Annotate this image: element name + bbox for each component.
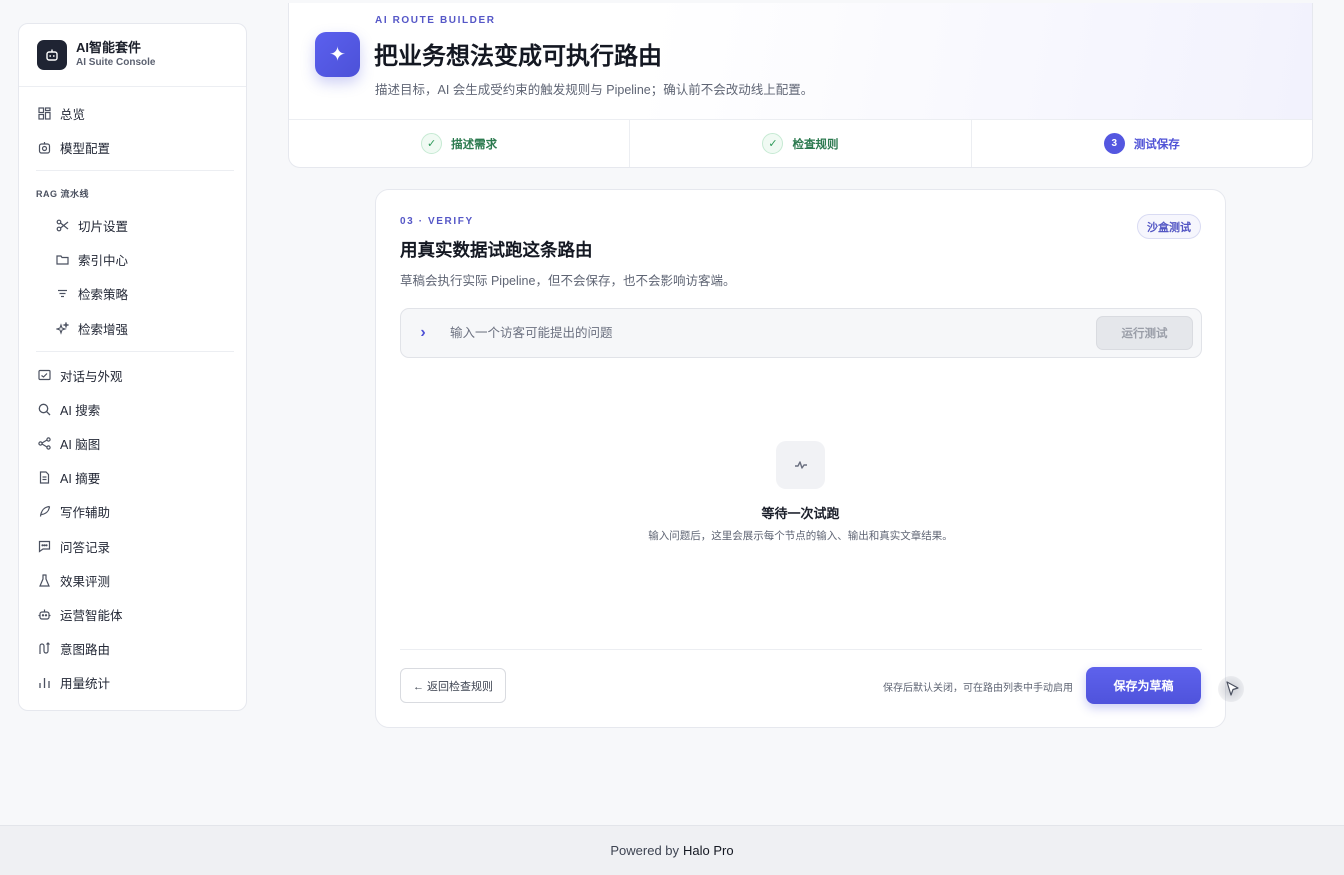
- card-divider: [400, 649, 1202, 650]
- sidebar-nav: 总览 模型配置 RAG 流水线 切片设置 索引中心 检索策略 检索增强 对话与外…: [19, 87, 246, 700]
- bar-chart-icon: [37, 676, 51, 690]
- sidebar-item-retrieval-boost[interactable]: 检索增强: [19, 311, 246, 345]
- mindmap-icon: [37, 437, 51, 451]
- sidebar-item-overview[interactable]: 总览: [19, 96, 246, 130]
- sidebar-item-qa-records[interactable]: 问答记录: [19, 529, 246, 563]
- sidebar-item-evaluation[interactable]: 效果评测: [19, 563, 246, 597]
- save-note: 保存后默认关闭，可在路由列表中手动启用: [883, 683, 1073, 694]
- run-test-button[interactable]: 运行测试: [1096, 316, 1193, 350]
- verify-card: 03 · VERIFY 用真实数据试跑这条路由 草稿会执行实际 Pipeline…: [375, 189, 1226, 728]
- sidebar-item-intent-routing[interactable]: 意图路由: [19, 632, 246, 666]
- empty-state-title: 等待一次试跑: [761, 506, 840, 521]
- sidebar-item-label: 用量统计: [60, 677, 111, 692]
- verify-title: 用真实数据试跑这条路由: [400, 240, 593, 260]
- sidebar-item-label: 对话与外观: [60, 369, 123, 384]
- sidebar-item-ai-summary[interactable]: AI 摘要: [19, 461, 246, 495]
- sidebar-item-retrieval-strategy[interactable]: 检索策略: [19, 277, 246, 311]
- brand-header[interactable]: AI智能套件 AI Suite Console: [19, 24, 246, 87]
- chat-window-icon: [37, 368, 51, 382]
- sidebar: AI智能套件 AI Suite Console 总览 模型配置 RAG 流水线 …: [18, 23, 247, 711]
- step-test-save[interactable]: 3 测试保存: [972, 120, 1312, 167]
- step-describe[interactable]: ✓ 描述需求: [289, 120, 631, 167]
- page-footer: Powered by Halo Pro: [0, 825, 1344, 875]
- sandbox-badge: 沙盒测试: [1137, 214, 1201, 239]
- stepper: ✓ 描述需求 ✓ 检查规则 3 测试保存: [289, 119, 1312, 167]
- step-number: 3: [1103, 133, 1125, 154]
- search-icon: [37, 402, 51, 416]
- step-label: 检查规则: [792, 138, 839, 151]
- filter-icon: [55, 287, 69, 301]
- flask-icon: [37, 573, 51, 587]
- brand-title: AI智能套件: [76, 40, 142, 55]
- brand-subtitle: AI Suite Console: [76, 57, 156, 68]
- sidebar-item-writing-assist[interactable]: 写作辅助: [19, 495, 246, 529]
- save-draft-button[interactable]: 保存为草稿: [1086, 667, 1201, 704]
- check-icon: ✓: [421, 133, 443, 154]
- sidebar-item-label: 意图路由: [60, 643, 111, 658]
- route-icon: [37, 642, 51, 656]
- page-title: 把业务想法变成可执行路由: [374, 43, 662, 70]
- sidebar-item-usage-stats[interactable]: 用量统计: [19, 666, 246, 700]
- sidebar-item-ai-search[interactable]: AI 搜索: [19, 392, 246, 426]
- sidebar-item-label: 检索策略: [78, 288, 129, 303]
- sidebar-item-label: 模型配置: [60, 141, 111, 156]
- document-icon: [37, 471, 51, 485]
- chevron-right-icon: ›: [420, 324, 426, 341]
- model-icon: [37, 140, 51, 154]
- page-description: 描述目标，AI 会生成受约束的触发规则与 Pipeline；确认前不会改动线上配…: [375, 83, 814, 97]
- sidebar-item-index-center[interactable]: 索引中心: [19, 243, 246, 277]
- sidebar-item-chat-appearance[interactable]: 对话与外观: [19, 358, 246, 392]
- step-review-rules[interactable]: ✓ 检查规则: [630, 120, 972, 167]
- footer-prefix: Powered by: [610, 843, 680, 858]
- pulse-icon: [776, 441, 825, 489]
- sidebar-divider: [36, 351, 234, 353]
- folder-icon: [55, 253, 69, 267]
- sidebar-item-label: 问答记录: [60, 540, 111, 555]
- sidebar-item-label: 切片设置: [78, 219, 129, 234]
- sidebar-item-label: AI 搜索: [60, 403, 101, 418]
- back-to-rules-button[interactable]: ← 返回检查规则: [400, 668, 507, 703]
- empty-state-description: 输入问题后，这里会展示每个节点的输入、输出和真实文章结果。: [648, 530, 953, 542]
- sparkle-badge-icon: ✦: [315, 32, 360, 77]
- sidebar-item-ops-agent[interactable]: 运营智能体: [19, 597, 246, 631]
- footer-brand-link[interactable]: Halo Pro: [683, 843, 734, 858]
- test-question-input[interactable]: [450, 326, 1096, 340]
- sidebar-divider: [36, 170, 234, 172]
- test-query-bar: › 运行测试: [400, 308, 1202, 358]
- sidebar-item-label: 检索增强: [78, 322, 129, 337]
- sidebar-item-label: 总览: [60, 107, 86, 122]
- check-icon: ✓: [762, 133, 784, 154]
- mouse-cursor-icon: [1218, 676, 1244, 702]
- verify-eyebrow: 03 · VERIFY: [400, 216, 474, 227]
- sidebar-section-rag: RAG 流水线: [36, 189, 90, 200]
- sidebar-item-model-config[interactable]: 模型配置: [19, 130, 246, 164]
- step-label: 测试保存: [1133, 138, 1180, 151]
- sidebar-item-label: 写作辅助: [60, 506, 111, 521]
- sidebar-item-label: 效果评测: [60, 574, 111, 589]
- scissors-icon: [55, 218, 69, 232]
- sidebar-item-ai-mindmap[interactable]: AI 脑图: [19, 427, 246, 461]
- header-eyebrow: AI ROUTE BUILDER: [375, 15, 496, 26]
- robot-icon: [37, 608, 51, 622]
- verify-description: 草稿会执行实际 Pipeline，但不会保存，也不会影响访客端。: [400, 274, 736, 288]
- route-builder-header: ✦ AI ROUTE BUILDER 把业务想法变成可执行路由 描述目标，AI …: [288, 3, 1313, 168]
- sidebar-item-label: AI 脑图: [60, 438, 101, 453]
- step-label: 描述需求: [451, 138, 498, 151]
- feather-icon: [37, 505, 51, 519]
- sidebar-item-label: 运营智能体: [60, 609, 123, 624]
- sidebar-item-chunk-settings[interactable]: 切片设置: [19, 208, 246, 242]
- message-icon: [37, 539, 51, 553]
- sidebar-item-label: AI 摘要: [60, 472, 101, 487]
- sidebar-item-label: 索引中心: [78, 254, 129, 269]
- sparkle-icon: [55, 321, 69, 335]
- grid-icon: [37, 106, 51, 120]
- robot-logo-icon: [37, 40, 67, 70]
